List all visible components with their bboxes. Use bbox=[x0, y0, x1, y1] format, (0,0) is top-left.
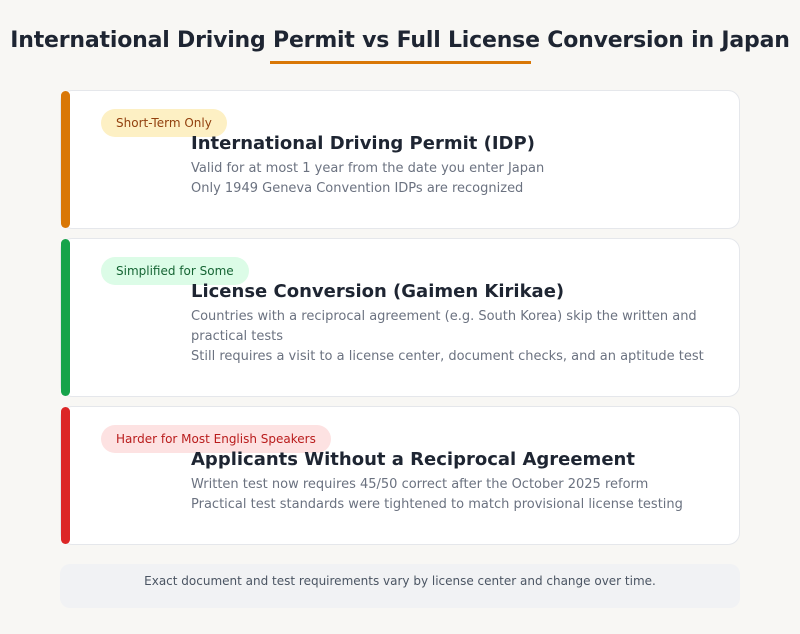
status-bar-idp bbox=[61, 91, 70, 228]
card-lines-idp: Valid for at most 1 year from the date y… bbox=[191, 159, 726, 199]
card-line: Countries with a reciprocal agreement (e… bbox=[191, 309, 697, 344]
card-title-no-reciprocal: Applicants Without a Reciprocal Agreemen… bbox=[191, 449, 635, 470]
card-line: Written test now requires 45/50 correct … bbox=[191, 477, 649, 492]
card-title-conversion: License Conversion (Gaimen Kirikae) bbox=[191, 281, 565, 302]
card-no-reciprocal: Harder for Most English Speakers Applica… bbox=[60, 406, 740, 545]
card-license-conversion: Simplified for Some License Conversion (… bbox=[60, 238, 740, 397]
card-title-idp: International Driving Permit (IDP) bbox=[191, 133, 535, 154]
card-line: Valid for at most 1 year from the date y… bbox=[191, 161, 545, 176]
page-title: International Driving Permit vs Full Lic… bbox=[10, 28, 790, 53]
card-line: Practical test standards were tightened … bbox=[191, 497, 683, 512]
status-bar-no-reciprocal bbox=[61, 407, 70, 544]
card-idp: Short-Term Only International Driving Pe… bbox=[60, 90, 740, 229]
status-bar-conversion bbox=[61, 239, 70, 396]
card-line: Still requires a visit to a license cent… bbox=[191, 349, 704, 364]
title-underline bbox=[270, 61, 531, 64]
card-lines-conversion: Countries with a reciprocal agreement (e… bbox=[191, 307, 726, 367]
card-lines-no-reciprocal: Written test now requires 45/50 correct … bbox=[191, 475, 726, 515]
footer-note: Exact document and test requirements var… bbox=[60, 564, 740, 608]
card-line: Only 1949 Geneva Convention IDPs are rec… bbox=[191, 181, 524, 196]
